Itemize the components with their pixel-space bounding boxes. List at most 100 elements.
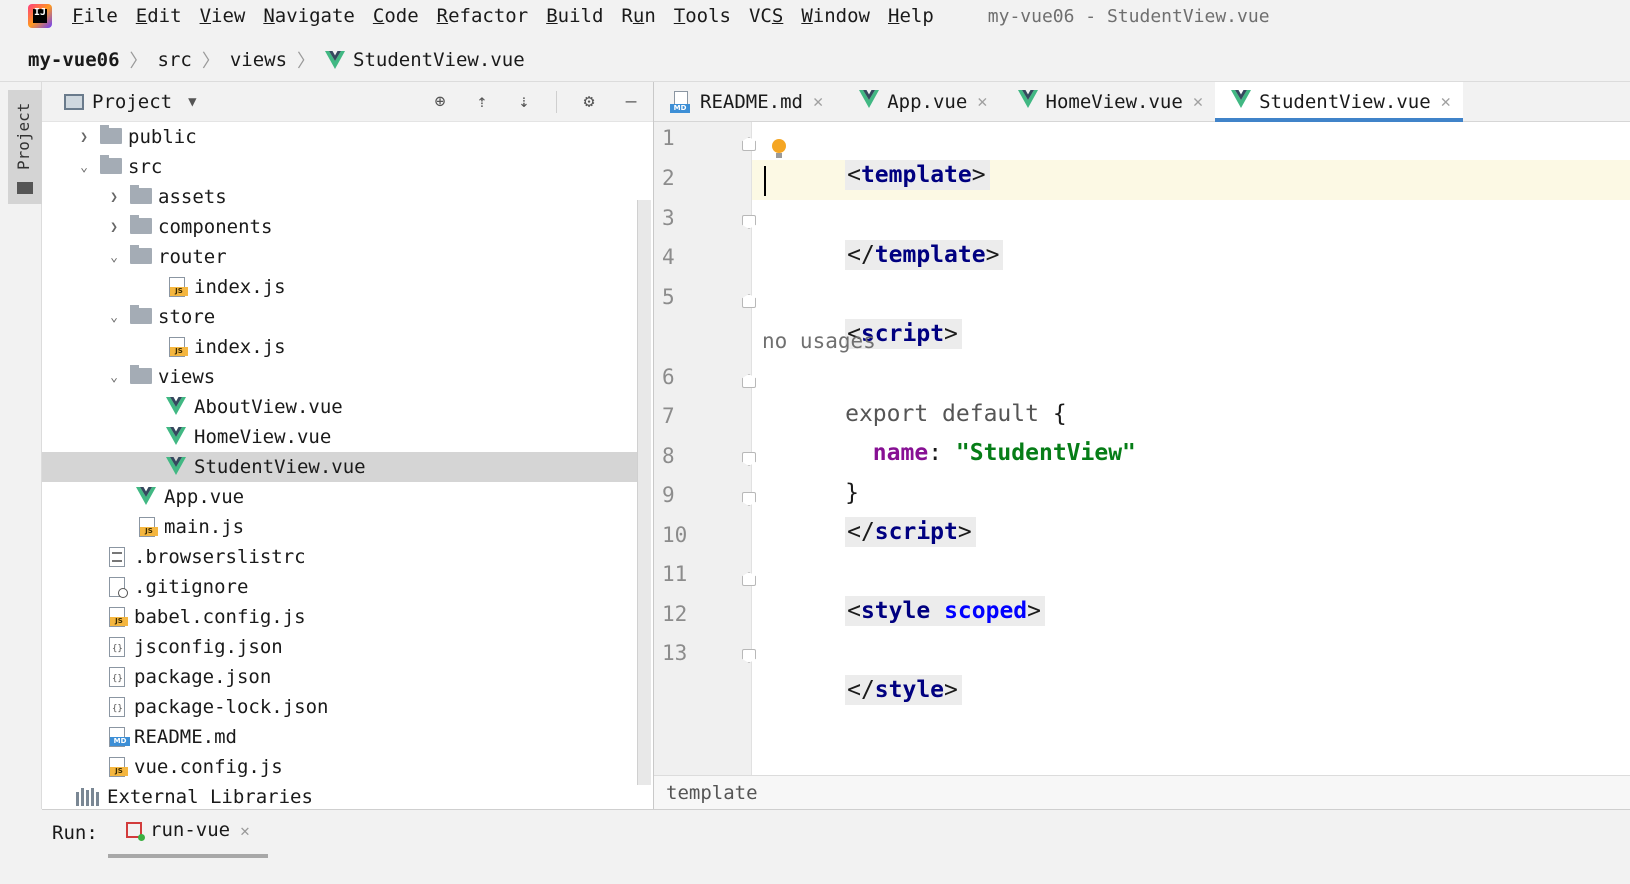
lightbulb-icon[interactable] — [772, 139, 786, 158]
menu-view[interactable]: View — [200, 5, 246, 27]
run-config-icon — [126, 822, 145, 841]
breadcrumb-project[interactable]: my-vue06 — [28, 49, 120, 71]
close-icon[interactable]: ✕ — [977, 92, 987, 112]
vue-file-icon — [166, 427, 188, 447]
tree-folder-store[interactable]: ⌄ store — [42, 302, 637, 332]
menu-file[interactable]: File — [72, 5, 118, 27]
menu-build[interactable]: Build — [546, 5, 603, 27]
tab-label: HomeView.vue — [1045, 90, 1183, 113]
code-line-1: <template> — [762, 124, 990, 190]
tree-file-babel-config[interactable]: JS babel.config.js — [42, 602, 637, 632]
vue-file-icon — [166, 397, 188, 417]
tree-file-package-lock[interactable]: {} package-lock.json — [42, 692, 637, 722]
chevron-down-icon[interactable]: ⌄ — [106, 310, 122, 325]
tree-folder-router[interactable]: ⌄ router — [42, 242, 637, 272]
tree-file-vue-config[interactable]: JS vue.config.js — [42, 752, 637, 782]
expand-all-icon[interactable]: ⇡ — [472, 91, 492, 112]
tab-app-vue[interactable]: App.vue ✕ — [835, 82, 999, 121]
run-config-tab[interactable]: run-vue ✕ — [108, 810, 268, 858]
tree-file-aboutview[interactable]: AboutView.vue — [42, 392, 637, 422]
gear-icon[interactable]: ⚙ — [579, 91, 599, 112]
breadcrumb-file[interactable]: StudentView.vue — [353, 49, 525, 71]
tree-file-main-js[interactable]: JS main.js — [42, 512, 637, 542]
tree-external-libraries[interactable]: External Libraries — [42, 782, 637, 812]
line-number: 8 — [662, 444, 675, 468]
tree-file-homeview[interactable]: HomeView.vue — [42, 422, 637, 452]
chevron-right-icon[interactable]: ❯ — [76, 130, 92, 145]
tree-file-jsconfig[interactable]: {} jsconfig.json — [42, 632, 637, 662]
line-number: 7 — [662, 404, 675, 428]
fold-marker-icon[interactable] — [742, 374, 756, 388]
tree-file-studentview[interactable]: StudentView.vue — [42, 452, 637, 482]
collapse-all-icon[interactable]: ⇣ — [514, 91, 534, 112]
tree-file-app-vue[interactable]: App.vue — [42, 482, 637, 512]
chevron-down-icon[interactable]: ⌄ — [106, 250, 122, 265]
chevron-down-icon[interactable]: ▼ — [188, 94, 196, 110]
fold-marker-icon[interactable] — [742, 215, 756, 229]
tree-file-browserslistrc[interactable]: .browserslistrc — [42, 542, 637, 572]
tree-item-label: .gitignore — [134, 576, 249, 598]
tree-item-label: components — [158, 216, 273, 238]
breadcrumb-views[interactable]: views — [230, 49, 287, 71]
tab-studentview[interactable]: StudentView.vue ✕ — [1215, 82, 1463, 122]
vue-file-icon — [166, 457, 188, 477]
menu-refactor[interactable]: Refactor — [437, 5, 529, 27]
tree-folder-assets[interactable]: ❯ assets — [42, 182, 637, 212]
locate-file-icon[interactable]: ⊕ — [430, 91, 450, 112]
menu-window[interactable]: Window — [801, 5, 870, 27]
fold-marker-icon[interactable] — [742, 137, 756, 151]
tree-item-label: src — [128, 156, 163, 178]
menu-edit[interactable]: Edit — [136, 5, 182, 27]
menu-tools[interactable]: Tools — [674, 5, 731, 27]
close-icon[interactable]: ✕ — [1193, 92, 1203, 112]
editor-structure-breadcrumb[interactable]: template — [654, 775, 1630, 809]
folder-icon — [130, 365, 152, 384]
line-number: 6 — [662, 365, 675, 389]
code-line-5: <script> — [762, 283, 962, 349]
chevron-right-icon[interactable]: ❯ — [106, 220, 122, 235]
menu-navigate[interactable]: Navigate — [263, 5, 355, 27]
tree-folder-src[interactable]: ⌄ src — [42, 152, 637, 182]
tree-file-readme[interactable]: MD README.md — [42, 722, 637, 752]
tree-file-gitignore[interactable]: .gitignore — [42, 572, 637, 602]
fold-marker-icon[interactable] — [742, 649, 756, 663]
menu-help[interactable]: Help — [888, 5, 934, 27]
fold-marker-icon[interactable] — [742, 294, 756, 308]
no-usages-hint[interactable]: no usages — [762, 324, 876, 358]
project-view-selector[interactable]: Project — [92, 91, 172, 113]
line-number: 9 — [662, 483, 675, 507]
tree-file-package-json[interactable]: {} package.json — [42, 662, 637, 692]
tab-readme[interactable]: MD README.md ✕ — [666, 82, 835, 121]
chevron-down-icon[interactable]: ⌄ — [76, 160, 92, 175]
tree-folder-public[interactable]: ❯ public — [42, 122, 637, 152]
chevron-right-icon[interactable]: ❯ — [106, 190, 122, 205]
tree-file-router-index-js[interactable]: JS index.js — [42, 272, 637, 302]
menu-code[interactable]: Code — [373, 5, 419, 27]
fold-marker-icon[interactable] — [742, 572, 756, 586]
chevron-down-icon[interactable]: ⌄ — [106, 370, 122, 385]
menu-run[interactable]: Run — [621, 5, 655, 27]
tree-file-store-index-js[interactable]: JS index.js — [42, 332, 637, 362]
menu-vcs[interactable]: VCS — [749, 5, 783, 27]
json-file-icon: {} — [109, 637, 125, 657]
tab-homeview[interactable]: HomeView.vue ✕ — [1000, 82, 1216, 121]
breadcrumb-src[interactable]: src — [158, 49, 192, 71]
folder-icon — [130, 215, 152, 234]
tree-folder-views[interactable]: ⌄ views — [42, 362, 637, 392]
project-tool-window-button[interactable]: Project — [8, 90, 42, 204]
tree-folder-components[interactable]: ❯ components — [42, 212, 637, 242]
close-icon[interactable]: ✕ — [240, 821, 250, 840]
line-number-gutter[interactable]: 1 2 3 4 5 6 7 8 9 10 11 12 13 — [654, 122, 756, 776]
fold-marker-icon[interactable] — [742, 452, 756, 466]
tree-item-label: index.js — [194, 276, 286, 298]
hide-panel-icon[interactable]: — — [621, 91, 641, 112]
tree-item-label: jsconfig.json — [134, 636, 283, 658]
fold-marker-icon[interactable] — [742, 492, 756, 506]
tab-label: StudentView.vue — [1259, 90, 1431, 113]
close-icon[interactable]: ✕ — [1441, 92, 1451, 112]
close-icon[interactable]: ✕ — [813, 92, 823, 112]
code-line-11: <style scoped> — [762, 560, 1046, 626]
tree-item-label: README.md — [134, 726, 237, 748]
tree-scrollbar[interactable] — [637, 200, 651, 785]
js-file-icon: JS — [169, 337, 188, 357]
